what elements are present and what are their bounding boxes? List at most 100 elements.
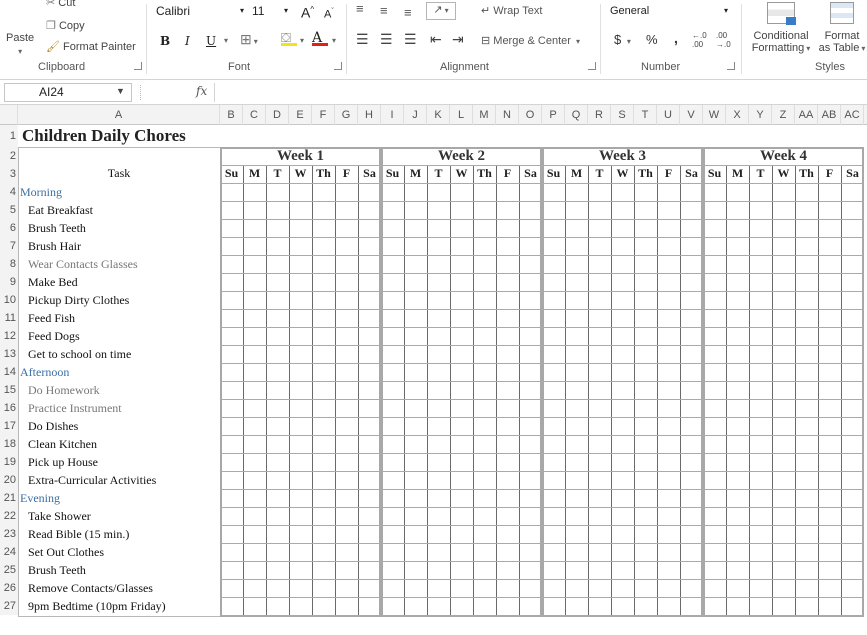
- column-header[interactable]: E: [289, 105, 312, 125]
- column-header[interactable]: O: [519, 105, 542, 125]
- decrease-indent-icon[interactable]: ⇤: [430, 32, 442, 46]
- wrap-text-button[interactable]: ↵ Wrap Text: [481, 4, 542, 18]
- row-header[interactable]: 4: [0, 183, 18, 201]
- section-label[interactable]: Afternoon: [20, 365, 69, 380]
- fill-color-icon[interactable]: ⛋: [281, 31, 297, 46]
- row-header[interactable]: 16: [0, 399, 18, 417]
- column-header[interactable]: T: [634, 105, 657, 125]
- bold-button[interactable]: B: [160, 34, 170, 48]
- increase-decimal-icon[interactable]: ←.0.00: [692, 31, 707, 49]
- percent-button[interactable]: %: [646, 33, 658, 47]
- top-align-icon[interactable]: ≡: [356, 2, 364, 16]
- column-header[interactable]: X: [726, 105, 749, 125]
- column-header[interactable]: V: [680, 105, 703, 125]
- font-name-select[interactable]: Calibri ▾: [156, 4, 248, 18]
- align-left-icon[interactable]: ☰: [356, 32, 369, 46]
- task-cell[interactable]: Do Homework: [28, 383, 100, 398]
- column-header[interactable]: U: [657, 105, 680, 125]
- row-header[interactable]: 3: [0, 165, 18, 183]
- row-header[interactable]: 13: [0, 345, 18, 363]
- comma-button[interactable]: ,: [674, 31, 678, 45]
- row-header[interactable]: 12: [0, 327, 18, 345]
- task-cell[interactable]: Brush Teeth: [28, 221, 86, 236]
- column-header[interactable]: AC: [841, 105, 864, 125]
- row-header[interactable]: 19: [0, 453, 18, 471]
- column-header[interactable]: Z: [772, 105, 795, 125]
- task-cell[interactable]: Feed Fish: [28, 311, 75, 326]
- row-header[interactable]: 5: [0, 201, 18, 219]
- column-header[interactable]: S: [611, 105, 634, 125]
- row-header[interactable]: 22: [0, 507, 18, 525]
- align-right-icon[interactable]: ☰: [404, 32, 417, 46]
- column-header[interactable]: L: [450, 105, 473, 125]
- row-header[interactable]: 1: [0, 125, 18, 147]
- task-cell[interactable]: Pick up House: [28, 455, 98, 470]
- row-header[interactable]: 21: [0, 489, 18, 507]
- section-label[interactable]: Morning: [20, 185, 62, 200]
- merge-center-button[interactable]: ⊟ Merge & Center ▾: [481, 34, 580, 49]
- task-cell[interactable]: Make Bed: [28, 275, 78, 290]
- middle-align-icon[interactable]: ≡: [380, 4, 388, 18]
- task-cell[interactable]: Clean Kitchen: [28, 437, 97, 452]
- column-header[interactable]: K: [427, 105, 450, 125]
- row-header[interactable]: 2: [0, 147, 18, 165]
- task-cell[interactable]: Pickup Dirty Clothes: [28, 293, 129, 308]
- row-header[interactable]: 17: [0, 417, 18, 435]
- formula-input[interactable]: [214, 83, 864, 102]
- row-header[interactable]: 25: [0, 561, 18, 579]
- row-header[interactable]: 9: [0, 273, 18, 291]
- cut-button[interactable]: ✂ Cut: [46, 0, 75, 10]
- chevron-down-icon[interactable]: ▼: [116, 86, 125, 96]
- insert-function-icon[interactable]: fx: [196, 84, 207, 98]
- column-header[interactable]: F: [312, 105, 335, 125]
- column-header[interactable]: I: [381, 105, 404, 125]
- column-header[interactable]: J: [404, 105, 427, 125]
- worksheet[interactable]: 1 2 3 4 5 6 7 8 9 10 11 12 13 14 15 16 17 18 19 20 21 22 23 24 2…: [0, 125, 867, 635]
- column-header[interactable]: C: [243, 105, 266, 125]
- row-header[interactable]: 20: [0, 471, 18, 489]
- row-header[interactable]: 8: [0, 255, 18, 273]
- italic-button[interactable]: I: [185, 34, 190, 48]
- column-header[interactable]: Q: [565, 105, 588, 125]
- underline-button[interactable]: U: [206, 34, 216, 48]
- font-color-button[interactable]: A: [312, 31, 328, 46]
- column-header[interactable]: AB: [818, 105, 841, 125]
- task-cell[interactable]: Take Shower: [28, 509, 91, 524]
- paste-button[interactable]: Paste ▾: [6, 31, 34, 59]
- column-header[interactable]: Y: [749, 105, 772, 125]
- task-cell[interactable]: Practice Instrument: [28, 401, 122, 416]
- task-cell[interactable]: Set Out Clothes: [28, 545, 104, 560]
- font-color-dropdown-icon[interactable]: ▾: [332, 34, 336, 48]
- task-cell[interactable]: 9pm Bedtime (10pm Friday): [28, 599, 166, 614]
- task-cell[interactable]: Brush Hair: [28, 239, 81, 254]
- column-header[interactable]: AA: [795, 105, 818, 125]
- increase-indent-icon[interactable]: ⇥: [452, 32, 464, 46]
- row-header[interactable]: 15: [0, 381, 18, 399]
- row-header[interactable]: 24: [0, 543, 18, 561]
- task-cell[interactable]: Feed Dogs: [28, 329, 80, 344]
- conditional-formatting-button[interactable]: Conditional Formatting ▾: [748, 2, 814, 55]
- clipboard-launcher-icon[interactable]: [134, 62, 142, 70]
- orientation-icon[interactable]: ↗ ▾: [426, 2, 456, 20]
- select-all-corner[interactable]: [0, 105, 18, 125]
- format-painter-button[interactable]: 🖌 Format Painter: [46, 40, 136, 54]
- borders-icon[interactable]: ⊞ ▾: [240, 32, 258, 49]
- copy-button[interactable]: ❐ Copy: [46, 19, 85, 33]
- currency-button[interactable]: $ ▾: [614, 33, 631, 49]
- row-header[interactable]: 7: [0, 237, 18, 255]
- number-launcher-icon[interactable]: [727, 62, 735, 70]
- task-cell[interactable]: Remove Contacts/Glasses: [28, 581, 153, 596]
- format-as-table-button[interactable]: Format as Table ▾: [816, 2, 867, 55]
- column-header[interactable]: N: [496, 105, 519, 125]
- align-center-icon[interactable]: ☰: [380, 32, 393, 46]
- task-cell[interactable]: Eat Breakfast: [28, 203, 93, 218]
- row-header[interactable]: 23: [0, 525, 18, 543]
- task-cell[interactable]: Do Dishes: [28, 419, 78, 434]
- section-label[interactable]: Evening: [20, 491, 60, 506]
- font-launcher-icon[interactable]: [334, 62, 342, 70]
- row-header[interactable]: 26: [0, 579, 18, 597]
- column-header[interactable]: H: [358, 105, 381, 125]
- bottom-align-icon[interactable]: ≡: [404, 6, 412, 20]
- row-header[interactable]: 18: [0, 435, 18, 453]
- column-header[interactable]: D: [266, 105, 289, 125]
